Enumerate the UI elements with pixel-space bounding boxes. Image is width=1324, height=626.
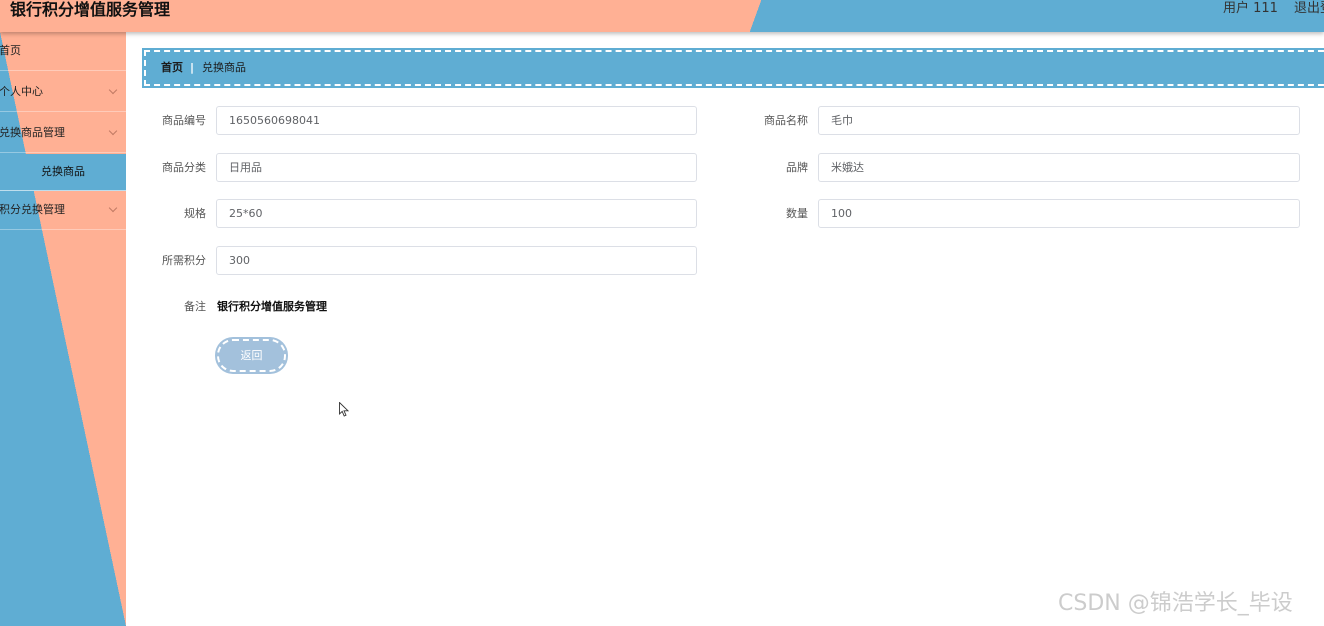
breadcrumb-home[interactable]: 首页 (161, 52, 183, 84)
sidebar-item-product-management[interactable]: 兑换商品管理 (0, 114, 126, 153)
quantity-field[interactable]: 100 (818, 199, 1300, 228)
breadcrumb-separator: | (190, 61, 195, 74)
mouse-cursor-icon (339, 402, 349, 417)
points-label: 所需积分 (162, 254, 206, 267)
app-title: 银行积分增值服务管理 (10, 0, 171, 19)
remark-value: 银行积分增值服务管理 (217, 300, 327, 313)
breadcrumb: 首页 | 兑换商品 (144, 50, 1324, 86)
watermark: CSDN @锦浩学长_毕设 (1058, 591, 1293, 616)
sidebar-item-points-exchange[interactable]: 积分兑换管理 (0, 191, 126, 230)
sidebar-item-personal-center[interactable]: 个人中心 (0, 73, 126, 112)
sidebar-item-label: 首页 (0, 44, 21, 57)
product-name-field[interactable]: 毛巾 (818, 106, 1300, 135)
brand-label: 品牌 (786, 161, 808, 174)
spec-label: 规格 (184, 207, 206, 220)
brand-field[interactable]: 米娥达 (818, 153, 1300, 182)
back-button[interactable]: 返回 (217, 339, 286, 372)
sidebar-item-home[interactable]: 首页 (0, 32, 126, 71)
sidebar-item-label: 个人中心 (0, 85, 43, 98)
sidebar-item-label: 积分兑换管理 (0, 203, 65, 216)
chevron-down-icon (108, 203, 118, 213)
spec-field[interactable]: 25*60 (216, 199, 697, 228)
user-name: 用户 111 (1223, 1, 1278, 16)
sidebar: 首页 个人中心 兑换商品管理 兑换商品 积分兑换管理 (0, 32, 126, 626)
remark-label: 备注 (184, 300, 206, 313)
chevron-down-icon (108, 85, 118, 95)
chevron-down-icon (108, 126, 118, 136)
sidebar-subitem-exchange-products[interactable]: 兑换商品 (0, 154, 126, 191)
sidebar-item-label: 兑换商品管理 (0, 126, 65, 139)
top-header: 银行积分增值服务管理 用户 111 退出登录 (0, 0, 1324, 32)
quantity-label: 数量 (786, 207, 808, 220)
points-field[interactable]: 300 (216, 246, 697, 275)
product-no-label: 商品编号 (162, 114, 206, 127)
logout-link[interactable]: 退出登录 (1294, 0, 1324, 18)
product-no-field[interactable]: 1650560698041 (216, 106, 697, 135)
category-field[interactable]: 日用品 (216, 153, 697, 182)
product-name-label: 商品名称 (764, 114, 808, 127)
breadcrumb-current: 兑换商品 (202, 61, 246, 74)
category-label: 商品分类 (162, 161, 206, 174)
